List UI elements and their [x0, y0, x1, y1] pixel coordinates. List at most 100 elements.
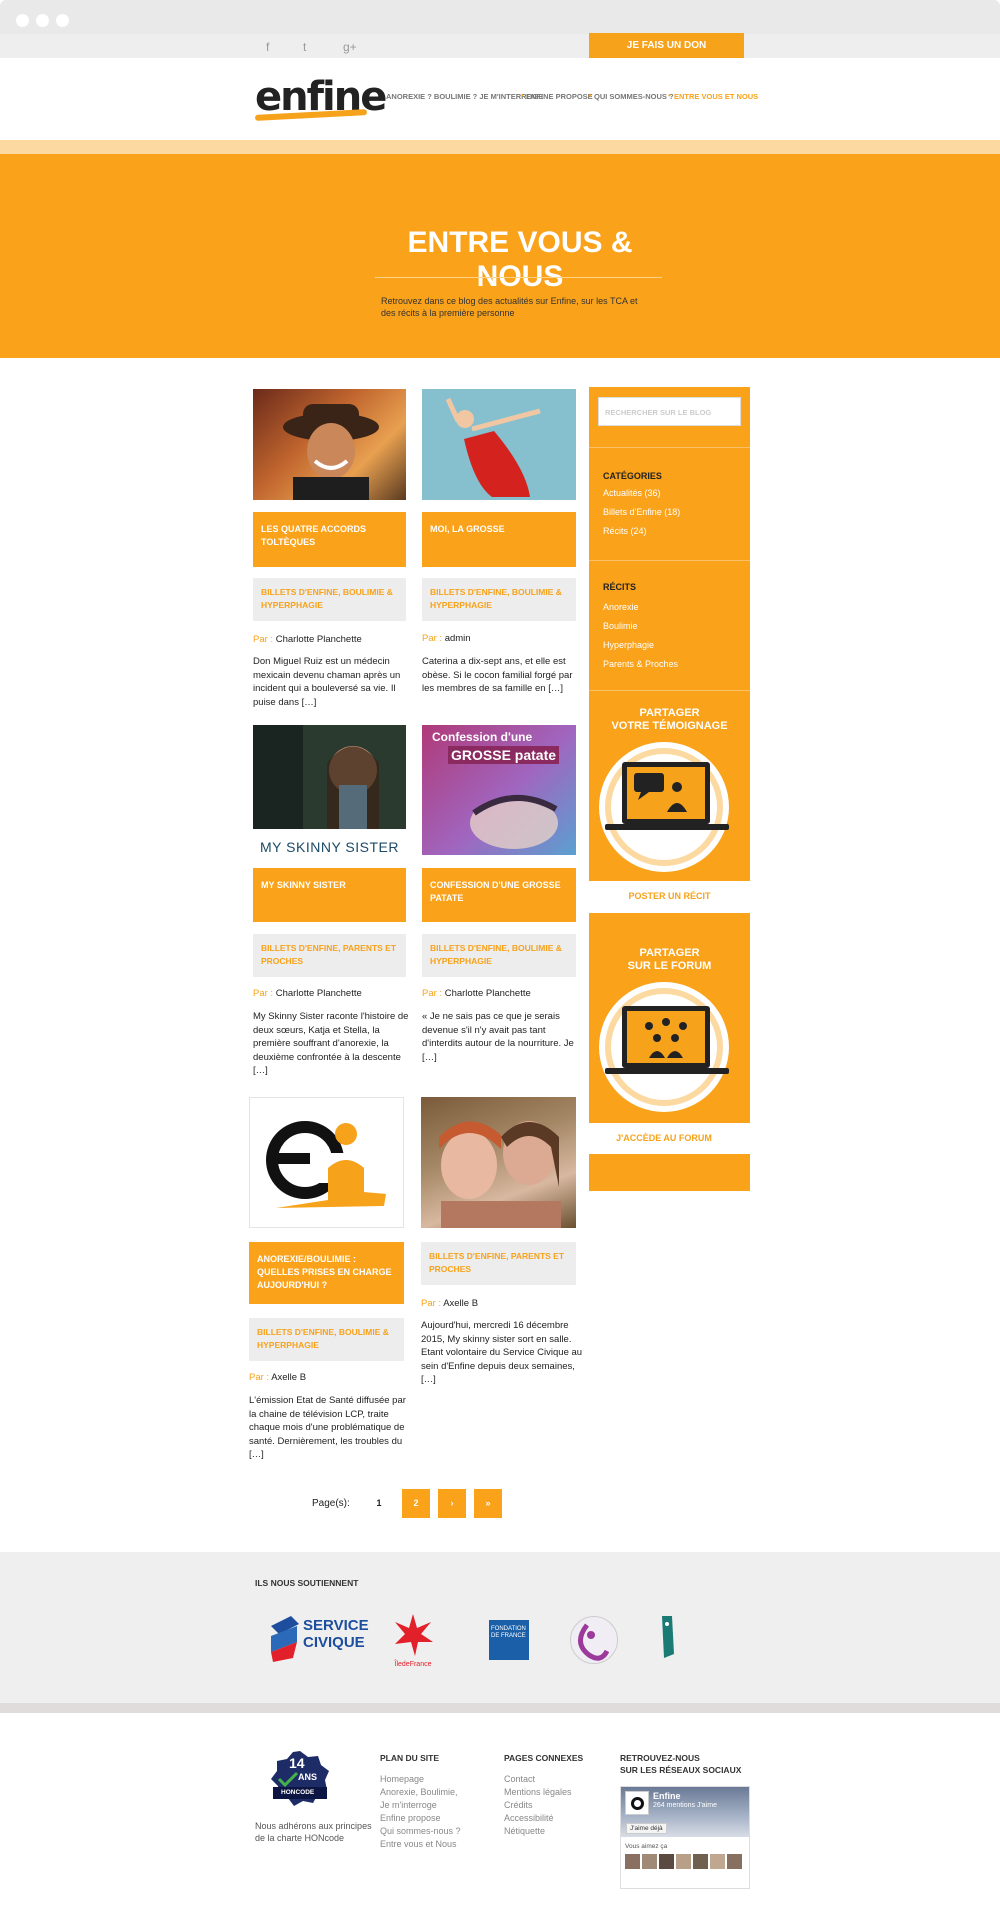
- post-image-grosse-patate[interactable]: Confession d'une GROSSE patate: [422, 725, 576, 855]
- fb-like-button[interactable]: J'aime déjà: [626, 1823, 667, 1834]
- post-image-grosse[interactable]: [422, 389, 576, 500]
- hero-description: Retrouvez dans ce blog des actualités su…: [381, 296, 638, 318]
- footer-link-homepage[interactable]: Homepage: [380, 1773, 424, 1786]
- footer-link-enfine-propose[interactable]: Enfine propose: [380, 1812, 441, 1825]
- post-author-2: Par : admin: [422, 633, 471, 644]
- author-prefix: Par :: [422, 988, 443, 999]
- sidebar-item-billets[interactable]: Billets d'Enfine (18): [603, 507, 680, 517]
- post-author-3: Par : Charlotte Planchette: [253, 988, 362, 999]
- post-category-1[interactable]: BILLETS D'ENFINE, BOULIMIE & HYPERPHAGIE: [253, 578, 406, 621]
- next-page-button[interactable]: ›: [438, 1489, 466, 1518]
- forum-access-button[interactable]: J'ACCÈDE AU FORUM: [589, 1133, 739, 1143]
- post-title-1[interactable]: LES QUATRE ACCORDS TOLTÈQUES: [253, 512, 406, 567]
- last-page-button[interactable]: »: [474, 1489, 502, 1518]
- post-category-4[interactable]: BILLETS D'ENFINE, BOULIMIE & HYPERPHAGIE: [422, 934, 576, 977]
- post-category-5[interactable]: BILLETS D'ENFINE, BOULIMIE & HYPERPHAGIE: [249, 1318, 404, 1361]
- iledefrance-text: ÎledeFrance: [394, 1661, 432, 1668]
- author-name[interactable]: Axelle B: [271, 1372, 306, 1383]
- sidebar-item-boulimie[interactable]: Boulimie: [603, 621, 638, 631]
- blog-search-input[interactable]: RECHERCHER SUR LE BLOG: [598, 397, 741, 426]
- fonds-logo[interactable]: [570, 1616, 618, 1664]
- sidebar-item-actualites[interactable]: Actualités (36): [603, 488, 661, 498]
- avatar: [642, 1854, 657, 1869]
- pagination-label: Page(s):: [312, 1498, 350, 1509]
- google-plus-icon[interactable]: g+: [343, 40, 357, 54]
- post-story-button[interactable]: POSTER UN RÉCIT: [589, 891, 750, 901]
- footer-link-anorexie[interactable]: Anorexie, Boulimie,: [380, 1786, 458, 1799]
- author-prefix: Par :: [253, 634, 274, 645]
- sidebar-item-hyperphagie[interactable]: Hyperphagie: [603, 640, 654, 650]
- sidebar-item-recits[interactable]: Récits (24): [603, 526, 647, 536]
- post-title-5[interactable]: ANOREXIE/BOULIMIE : QUELLES PRISES EN CH…: [249, 1242, 404, 1304]
- footer-link-netiquette[interactable]: Nétiquette: [504, 1825, 545, 1838]
- laptop-chat-icon: [605, 762, 729, 830]
- post-image-accords[interactable]: [253, 389, 406, 500]
- author-name[interactable]: Charlotte Planchette: [445, 988, 531, 999]
- fb-page-name[interactable]: Enfine: [653, 1791, 681, 1801]
- twitter-icon[interactable]: t: [303, 40, 306, 54]
- partner-5-emblem-icon: [662, 1616, 674, 1658]
- page-1-current[interactable]: 1: [365, 1489, 393, 1518]
- sidebar-item-anorexie[interactable]: Anorexie: [603, 602, 639, 612]
- fondation-de-france-logo[interactable]: FONDATION DE FRANCE: [477, 1610, 533, 1666]
- share-testimony-line-2: VOTRE TÉMOIGNAGE: [611, 720, 728, 732]
- film-poster-illustration: [253, 725, 406, 829]
- author-prefix: Par :: [422, 633, 443, 644]
- author-name[interactable]: Axelle B: [443, 1298, 478, 1309]
- nav-item-entre-vous-et-nous[interactable]: ENTRE VOUS ET NOUS: [674, 92, 758, 101]
- post-title-3[interactable]: MY SKINNY SISTER: [253, 868, 406, 922]
- post-title-4[interactable]: CONFESSION D'UNE GROSSE PATATE: [422, 868, 576, 922]
- iledefrance-logo[interactable]: ÎledeFrance: [391, 1612, 435, 1668]
- honcode-text: Nous adhérons aux principes de la charte…: [255, 1821, 372, 1843]
- post-title-2[interactable]: MOI, LA GROSSE: [422, 512, 576, 567]
- author-name[interactable]: Charlotte Planchette: [276, 988, 362, 999]
- footer-social-line-2: SUR LES RÉSEAUX SOCIAUX: [620, 1765, 742, 1775]
- facebook-icon[interactable]: f: [266, 40, 269, 54]
- sidebar-divider: [589, 560, 750, 561]
- service-civique-line-1: SERVICE: [303, 1617, 369, 1634]
- browser-titlebar: [0, 0, 1000, 38]
- author-prefix: Par :: [253, 988, 274, 999]
- post-category-6[interactable]: BILLETS D'ENFINE, PARENTS ET PROCHES: [421, 1242, 576, 1285]
- author-name[interactable]: Charlotte Planchette: [276, 634, 362, 645]
- sponsors-heading: ILS NOUS SOUTIENNENT: [255, 1578, 359, 1588]
- footer-link-interroge[interactable]: Je m'interroge: [380, 1799, 437, 1812]
- share-forum-heading: PARTAGER SUR LE FORUM: [589, 947, 750, 973]
- post-category-2[interactable]: BILLETS D'ENFINE, BOULIMIE & HYPERPHAGIE: [422, 578, 576, 621]
- footer-pages-heading: PAGES CONNEXES: [504, 1753, 584, 1763]
- fb-avatar-mark: [631, 1797, 644, 1810]
- donate-button[interactable]: JE FAIS UN DON: [589, 33, 744, 58]
- sidebar-divider: [589, 447, 750, 448]
- sidebar-item-parents[interactable]: Parents & Proches: [603, 659, 678, 669]
- nav-item-anorexie[interactable]: ANOREXIE ? BOULIMIE ? JE M'INTERROGE: [386, 92, 543, 101]
- post-author-1: Par : Charlotte Planchette: [253, 634, 362, 645]
- window-dot-minimize[interactable]: [36, 14, 49, 27]
- footer-link-mentions[interactable]: Mentions légales: [504, 1786, 572, 1799]
- two-girls-illustration: [439, 1121, 561, 1228]
- footer-link-entre-vous[interactable]: Entre vous et Nous: [380, 1838, 457, 1851]
- avatar: [693, 1854, 708, 1869]
- author-name[interactable]: admin: [445, 633, 471, 644]
- enfine-logo[interactable]: enfine: [254, 74, 387, 122]
- post-image-skinny-sister[interactable]: MY SKINNY SISTER: [253, 725, 406, 860]
- partner-logo-5[interactable]: [656, 1614, 678, 1660]
- facebook-page-widget[interactable]: Enfine 264 mentions J'aime J'aime déjà V…: [620, 1786, 750, 1889]
- nav-item-qui-sommes-nous[interactable]: QUI SOMMES-NOUS ?: [594, 92, 674, 101]
- nav-item-enfine-propose[interactable]: ENFINE PROPOSE: [526, 92, 593, 101]
- page-2-link[interactable]: 2: [402, 1489, 430, 1518]
- post-image-enfine-logo[interactable]: [249, 1097, 404, 1228]
- honcode-ans: ANS: [298, 1772, 318, 1782]
- top-utility-bar: [0, 34, 1000, 58]
- post-category-3[interactable]: BILLETS D'ENFINE, PARENTS ET PROCHES: [253, 934, 406, 977]
- service-civique-logo[interactable]: SERVICE CIVIQUE: [267, 1614, 369, 1664]
- footer-link-qui-sommes-nous[interactable]: Qui sommes-nous ?: [380, 1825, 461, 1838]
- footer-link-accessibilite[interactable]: Accessibilité: [504, 1812, 554, 1825]
- footer-link-credits[interactable]: Crédits: [504, 1799, 533, 1812]
- window-dot-close[interactable]: [16, 14, 29, 27]
- post-excerpt-5: L'émission Etat de Santé diffusée par la…: [249, 1395, 406, 1460]
- post-author-6: Par : Axelle B: [421, 1298, 478, 1309]
- footer-link-contact[interactable]: Contact: [504, 1773, 535, 1786]
- hero-top-band: [0, 140, 1000, 154]
- post-image-two-girls[interactable]: [421, 1097, 576, 1228]
- window-dot-maximize[interactable]: [56, 14, 69, 27]
